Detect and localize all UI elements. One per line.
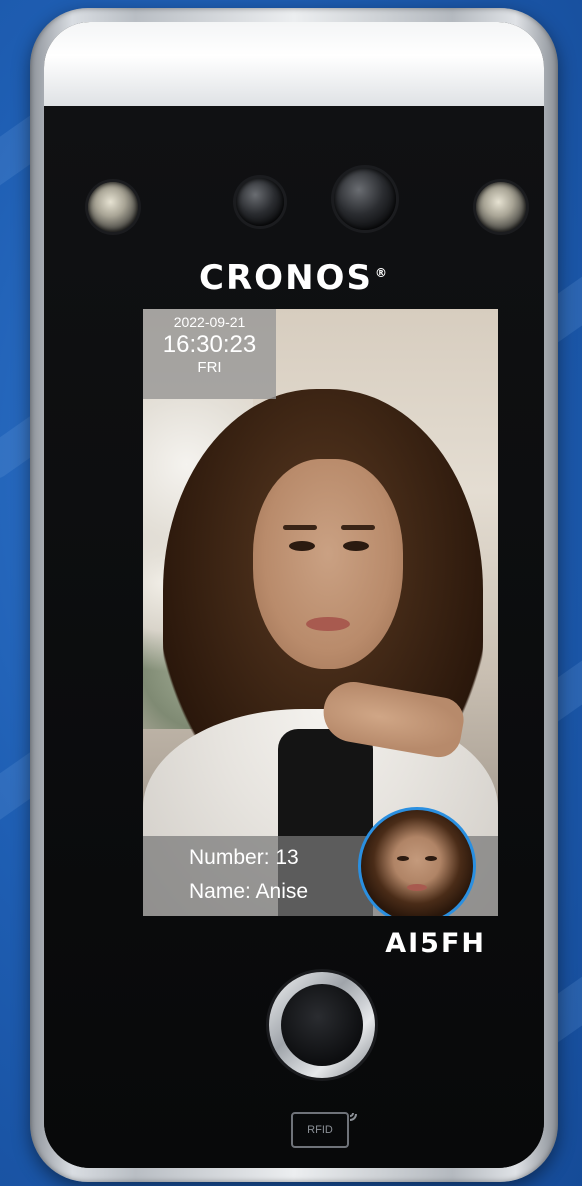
right-eye bbox=[343, 541, 369, 551]
right-brow bbox=[341, 525, 375, 530]
datetime-panel: 2022-09-21 16:30:23 FRI bbox=[143, 309, 276, 399]
face-recognition-terminal: CRONOS® 2022-09-21 16:30:23 FRI Number: bbox=[30, 8, 558, 1182]
ir-light-right-icon bbox=[476, 182, 526, 232]
recognized-face-avatar bbox=[358, 807, 476, 916]
avatar-left-eye bbox=[397, 856, 409, 861]
display-screen[interactable]: 2022-09-21 16:30:23 FRI Number: 13 Name:… bbox=[143, 309, 498, 916]
fingerprint-sensor-icon[interactable] bbox=[269, 972, 375, 1078]
person-face bbox=[253, 459, 403, 669]
trademark-symbol: ® bbox=[374, 265, 389, 280]
avatar-right-eye bbox=[425, 856, 437, 861]
camera-main-icon bbox=[334, 168, 396, 230]
left-brow bbox=[283, 525, 317, 530]
device-top-cap bbox=[44, 22, 544, 106]
ir-light-left-icon bbox=[88, 182, 138, 232]
brand-name: CRONOS bbox=[199, 258, 373, 298]
fingerprint-pad[interactable] bbox=[281, 984, 363, 1066]
rfid-reader-icon[interactable]: RFID bbox=[291, 1112, 349, 1148]
day-text: FRI bbox=[197, 359, 222, 376]
time-text: 16:30:23 bbox=[162, 331, 257, 358]
camera-small-icon bbox=[236, 178, 284, 226]
device-body: CRONOS® 2022-09-21 16:30:23 FRI Number: bbox=[44, 22, 544, 1168]
left-eye bbox=[289, 541, 315, 551]
avatar-lips bbox=[407, 884, 427, 891]
user-number-text: Number: 13 bbox=[189, 846, 299, 869]
model-label: AI5FH bbox=[385, 928, 486, 959]
rfid-wave-icon bbox=[346, 1104, 366, 1129]
rfid-label: RFID bbox=[307, 1124, 333, 1136]
lips bbox=[306, 617, 350, 631]
date-text: 2022-09-21 bbox=[173, 314, 246, 330]
user-name-text: Name: Anise bbox=[189, 880, 309, 903]
brand-logo: CRONOS ® bbox=[44, 258, 544, 298]
